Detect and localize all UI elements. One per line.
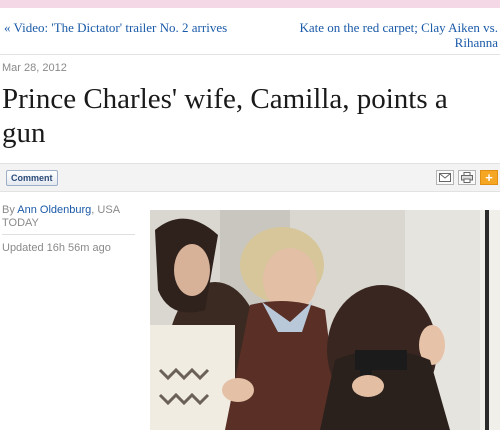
top-banner-strip xyxy=(0,0,500,8)
share-plus-icon[interactable]: + xyxy=(480,170,498,185)
previous-arrow-icon: « xyxy=(4,20,11,35)
article-photo xyxy=(150,210,500,430)
page-title: Prince Charles' wife, Camilla, points a … xyxy=(2,83,448,149)
updated-timestamp: Updated 16h 56m ago xyxy=(2,242,111,254)
article-toolbar: Comment + xyxy=(0,163,500,192)
byline: By Ann Oldenburg, USA TODAY xyxy=(2,204,137,230)
author-link[interactable]: Ann Oldenburg xyxy=(17,204,91,216)
email-icon[interactable] xyxy=(436,170,454,185)
next-story-link[interactable]: Kate on the red carpet; Clay Aiken vs. R… xyxy=(293,20,498,50)
byline-prefix: By xyxy=(2,204,15,216)
previous-story-link[interactable]: « Video: 'The Dictator' trailer No. 2 ar… xyxy=(4,20,227,36)
byline-divider xyxy=(2,234,135,235)
print-icon[interactable] xyxy=(458,170,476,185)
story-navigation: « Video: 'The Dictator' trailer No. 2 ar… xyxy=(0,8,500,55)
previous-story-label[interactable]: Video: 'The Dictator' trailer No. 2 arri… xyxy=(14,20,228,35)
article-date: Mar 28, 2012 xyxy=(2,62,67,74)
next-story-label[interactable]: Kate on the red carpet; Clay Aiken vs. R… xyxy=(299,20,498,50)
comment-button[interactable]: Comment xyxy=(6,170,58,186)
